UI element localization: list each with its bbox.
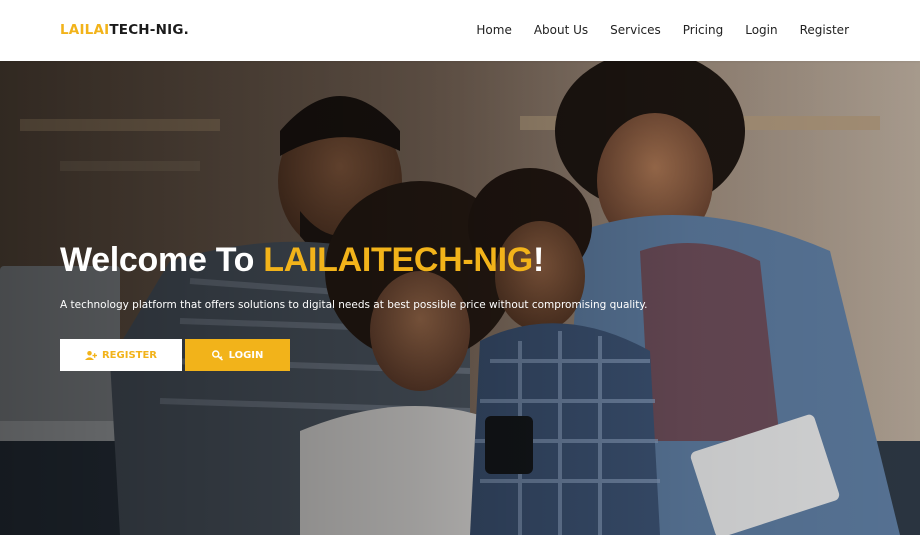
register-button-label: REGISTER — [101, 349, 157, 361]
hero-overlay — [0, 61, 920, 535]
hero-title-highlight: LAILAITECH-NIG — [263, 241, 533, 279]
nav-about-link[interactable]: About Us — [534, 21, 588, 39]
nav-pricing-link[interactable]: Pricing — [683, 21, 723, 39]
brand-suffix: TECH-NIG. — [109, 22, 189, 38]
hero-section: Welcome To LAILAITECH-NIG! A technology … — [0, 61, 920, 535]
nav-home-link[interactable]: Home — [476, 21, 511, 39]
brand-prefix: LAILAI — [60, 22, 110, 38]
hero-title-prefix: Welcome To — [60, 241, 264, 279]
nav-register-link[interactable]: Register — [800, 21, 849, 39]
nav-menu: Home About Us Services Pricing Login Reg… — [454, 21, 849, 39]
hero-title-suffix: ! — [532, 241, 544, 279]
hero-subtitle: A technology platform that offers soluti… — [60, 299, 648, 311]
brand-logo[interactable]: LAILAITECH-NIG. — [60, 22, 189, 38]
key-icon — [211, 349, 223, 361]
nav-services-link[interactable]: Services — [610, 21, 661, 39]
hero-title: Welcome To LAILAITECH-NIG! — [60, 241, 544, 280]
register-button[interactable]: REGISTER — [60, 339, 182, 371]
navbar: LAILAITECH-NIG. Home About Us Services P… — [0, 0, 920, 61]
nav-login-link[interactable]: Login — [745, 21, 777, 39]
user-plus-icon — [84, 350, 97, 360]
login-button-label: LOGIN — [228, 349, 264, 361]
login-button[interactable]: LOGIN — [185, 339, 290, 371]
